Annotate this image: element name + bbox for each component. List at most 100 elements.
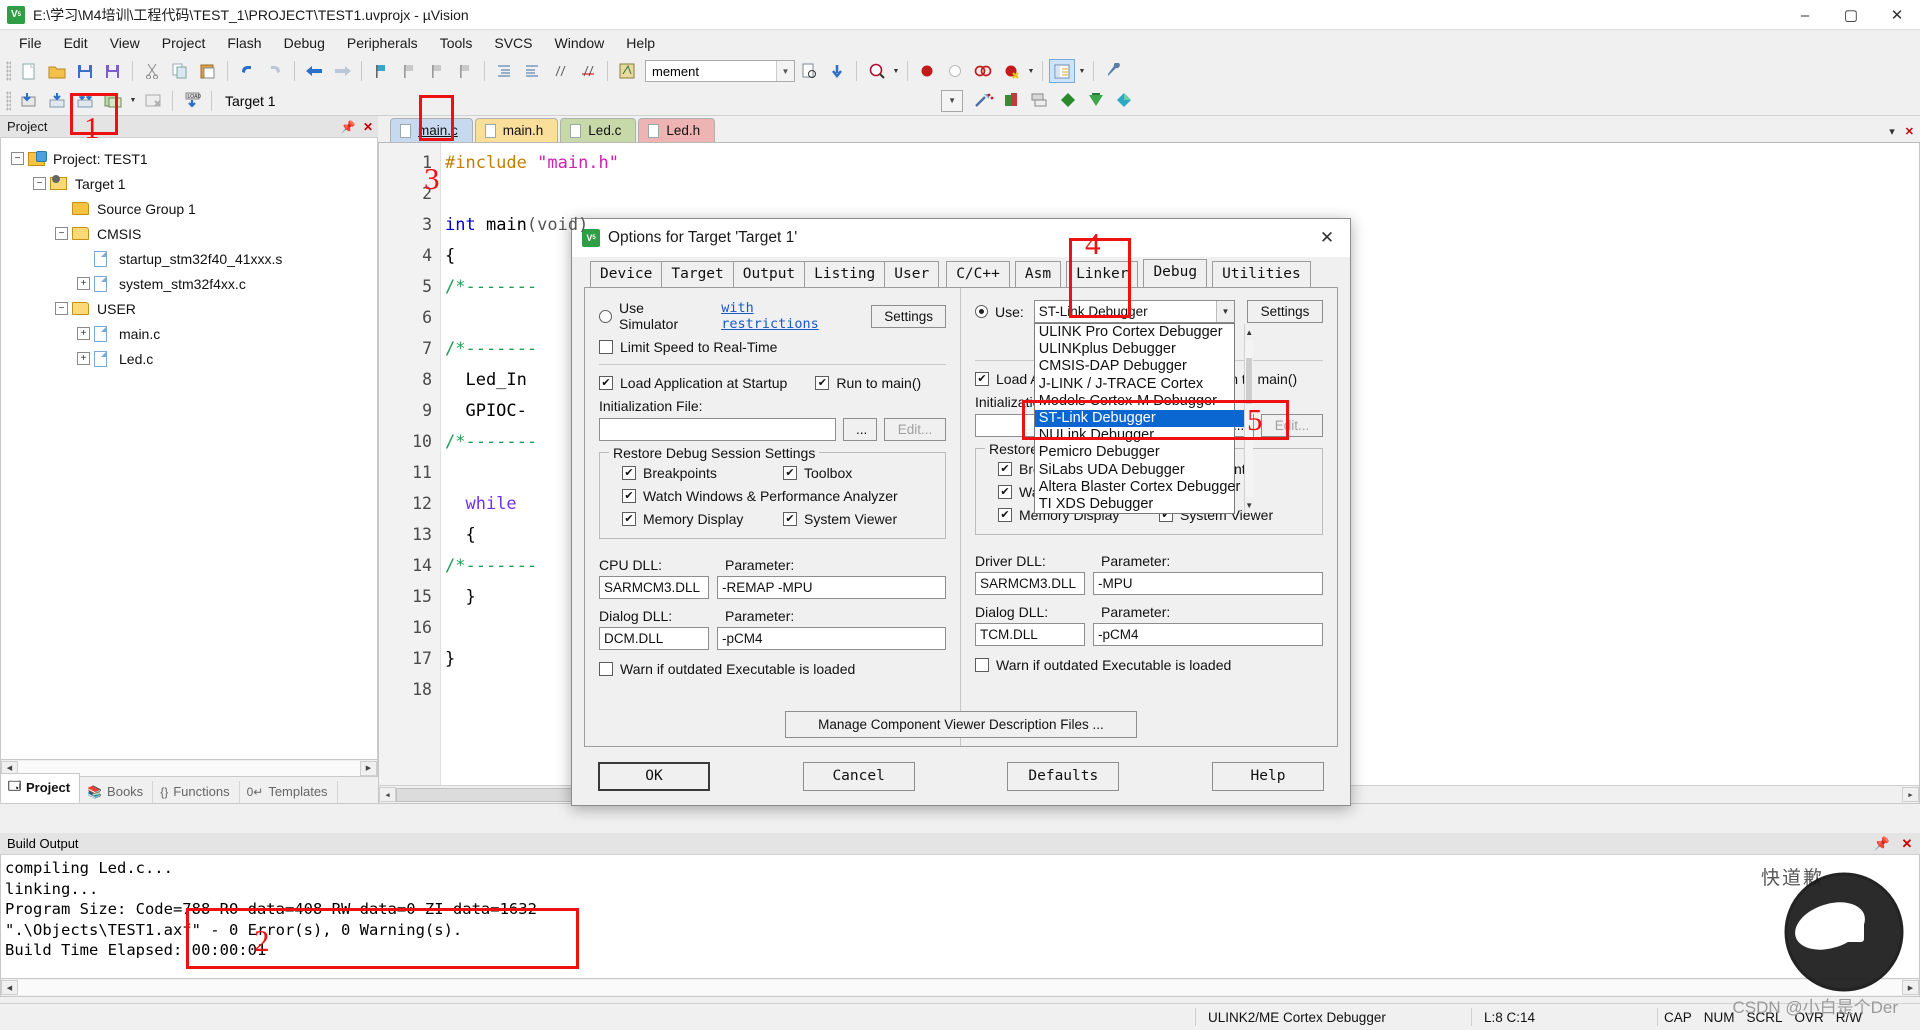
tree-item-led-c[interactable]: + Led.c <box>1 346 377 371</box>
tree-item-main-c[interactable]: + main.c <box>1 321 377 346</box>
scroll-left-icon[interactable]: ◀ <box>1 980 18 995</box>
dropdown-item[interactable]: ULINKplus Debugger <box>1035 341 1245 358</box>
dropdown-item[interactable]: NULink Debugger <box>1035 427 1245 444</box>
menu-svcs[interactable]: SVCS <box>483 32 543 54</box>
dropdown-item[interactable]: SiLabs UDA Debugger <box>1035 462 1245 479</box>
tab-functions[interactable]: {} Functions <box>153 781 240 803</box>
editor-tab-main-h[interactable]: main.h <box>474 118 559 142</box>
packs-icon[interactable] <box>1083 89 1109 113</box>
maximize-button[interactable]: ▢ <box>1828 0 1874 30</box>
new-file-icon[interactable] <box>16 59 42 83</box>
chevron-down-icon[interactable]: ▼ <box>1076 68 1088 75</box>
debugger-combo[interactable]: ST-Link Debugger ▼ <box>1033 300 1235 323</box>
expander-icon[interactable]: + <box>77 277 90 290</box>
close-icon[interactable]: ✕ <box>1894 836 1920 852</box>
close-icon[interactable]: ✕ <box>358 120 378 134</box>
dropdown-item[interactable]: Pemicro Debugger <box>1035 444 1245 461</box>
debugger-dropdown-list[interactable]: ULINK Pro Cortex Debugger ULINKplus Debu… <box>1033 323 1254 515</box>
copy-icon[interactable] <box>167 59 193 83</box>
menu-project[interactable]: Project <box>151 32 217 54</box>
comment-icon[interactable] <box>547 59 573 83</box>
dropdown-item[interactable]: ULINK Pro Cortex Debugger <box>1035 324 1245 341</box>
dropdown-item[interactable]: Altera Blaster Cortex Debugger <box>1035 479 1245 496</box>
indent-right-icon[interactable] <box>491 59 517 83</box>
editor-tab-led-h[interactable]: Led.h <box>638 118 716 142</box>
bookmark-clear-icon[interactable] <box>452 59 478 83</box>
menu-window[interactable]: Window <box>544 32 616 54</box>
scroll-track[interactable] <box>1245 340 1254 498</box>
chevron-down-icon[interactable]: ▼ <box>1216 301 1234 322</box>
tab-debug[interactable]: Debug <box>1143 259 1208 287</box>
ok-button[interactable]: OK <box>598 761 710 791</box>
uncomment-icon[interactable] <box>575 59 601 83</box>
menu-peripherals[interactable]: Peripherals <box>336 32 429 54</box>
navigate-forward-icon[interactable] <box>329 59 355 83</box>
components-icon[interactable] <box>1055 89 1081 113</box>
tree-item-target[interactable]: − Target 1 <box>1 171 377 196</box>
menu-debug[interactable]: Debug <box>273 32 336 54</box>
menu-edit[interactable]: Edit <box>53 32 99 54</box>
dropdown-item[interactable]: CMSIS-DAP Debugger <box>1035 358 1245 375</box>
pin-icon[interactable]: 📌 <box>338 120 358 134</box>
minimize-button[interactable]: – <box>1782 0 1828 30</box>
chevron-down-icon[interactable]: ▼ <box>776 61 794 81</box>
dropdown-item[interactable]: J-LINK / J-TRACE Cortex <box>1035 376 1245 393</box>
manage-windows-icon[interactable] <box>1049 59 1075 83</box>
save-icon[interactable] <box>72 59 98 83</box>
disable-breakpoint-icon[interactable] <box>942 59 968 83</box>
tree-item-cmsis[interactable]: − CMSIS <box>1 221 377 246</box>
clean-target-icon[interactable] <box>140 89 166 113</box>
expander-icon[interactable]: + <box>77 352 90 365</box>
defaults-button[interactable]: Defaults <box>1007 761 1120 791</box>
dropdown-item-selected[interactable]: ST-Link Debugger <box>1034 409 1245 428</box>
open-file-icon[interactable] <box>44 59 70 83</box>
redo-icon[interactable] <box>262 59 288 83</box>
build-icon[interactable] <box>44 89 70 113</box>
menu-tools[interactable]: Tools <box>429 32 484 54</box>
tree-item-source-group[interactable]: Source Group 1 <box>1 196 377 221</box>
cut-icon[interactable] <box>139 59 165 83</box>
manage-component-viewer-button[interactable]: Manage Component Viewer Description File… <box>785 711 1137 738</box>
scroll-right-icon[interactable]: ▶ <box>360 760 377 776</box>
pack-installer-icon[interactable] <box>1111 89 1137 113</box>
build-output-hscrollbar[interactable]: ◀ ▶ <box>0 979 1920 997</box>
menu-flash[interactable]: Flash <box>216 32 272 54</box>
scroll-right-icon[interactable]: ▶ <box>1902 787 1919 802</box>
debugger-settings-button[interactable]: Settings <box>1247 300 1323 323</box>
use-debugger-row[interactable]: Use: ST-Link Debugger ▼ ULINK Pro Cortex… <box>975 300 1323 515</box>
cancel-button[interactable]: Cancel <box>802 761 915 791</box>
configure-tools-icon[interactable] <box>1100 59 1126 83</box>
expander-icon[interactable]: + <box>77 327 90 340</box>
expander-icon[interactable]: − <box>11 152 24 165</box>
find-in-files-icon[interactable] <box>796 59 822 83</box>
chevron-down-icon[interactable]: ▼ <box>1025 68 1037 75</box>
chevron-down-icon[interactable]: ▾ <box>1889 125 1895 138</box>
bookmark-prev-icon[interactable] <box>396 59 422 83</box>
dropdown-item[interactable]: TI XDS Debugger <box>1035 496 1245 513</box>
build-output-text[interactable]: compiling Led.c... linking... Program Si… <box>0 855 1920 979</box>
toolbar-grip[interactable] <box>6 90 11 111</box>
scroll-up-icon[interactable]: ▲ <box>1245 324 1254 340</box>
rebuild-icon[interactable] <box>72 89 98 113</box>
tree-item-project[interactable]: − Project: TEST1 <box>1 146 377 171</box>
disable-all-breakpoints-icon[interactable] <box>998 59 1024 83</box>
batch-build-icon[interactable] <box>100 89 126 113</box>
close-icon[interactable]: ✕ <box>1905 125 1914 138</box>
manage-project-items-icon[interactable] <box>1027 89 1053 113</box>
editor-tab-main-c[interactable]: main.c <box>390 118 473 142</box>
scroll-thumb[interactable] <box>1246 358 1253 404</box>
dropdown-scrollbar[interactable]: ▲ ▼ <box>1244 324 1254 514</box>
navigate-back-icon[interactable] <box>301 59 327 83</box>
translate-icon[interactable] <box>16 89 42 113</box>
tab-templates[interactable]: 0↵ Templates <box>240 781 338 803</box>
search-icon[interactable] <box>863 59 889 83</box>
chevron-down-icon[interactable]: ▼ <box>890 68 902 75</box>
toolbar-grip[interactable] <box>6 61 11 81</box>
tree-item-system-file[interactable]: + system_stm32f4xx.c <box>1 271 377 296</box>
help-button[interactable]: Help <box>1211 761 1324 791</box>
insert-breakpoint-icon[interactable] <box>914 59 940 83</box>
bookmark-toggle-icon[interactable] <box>368 59 394 83</box>
options-for-target-icon[interactable] <box>971 89 997 113</box>
find-combo[interactable]: mement ▼ <box>645 60 795 82</box>
download-icon[interactable]: LOAD <box>179 89 205 113</box>
